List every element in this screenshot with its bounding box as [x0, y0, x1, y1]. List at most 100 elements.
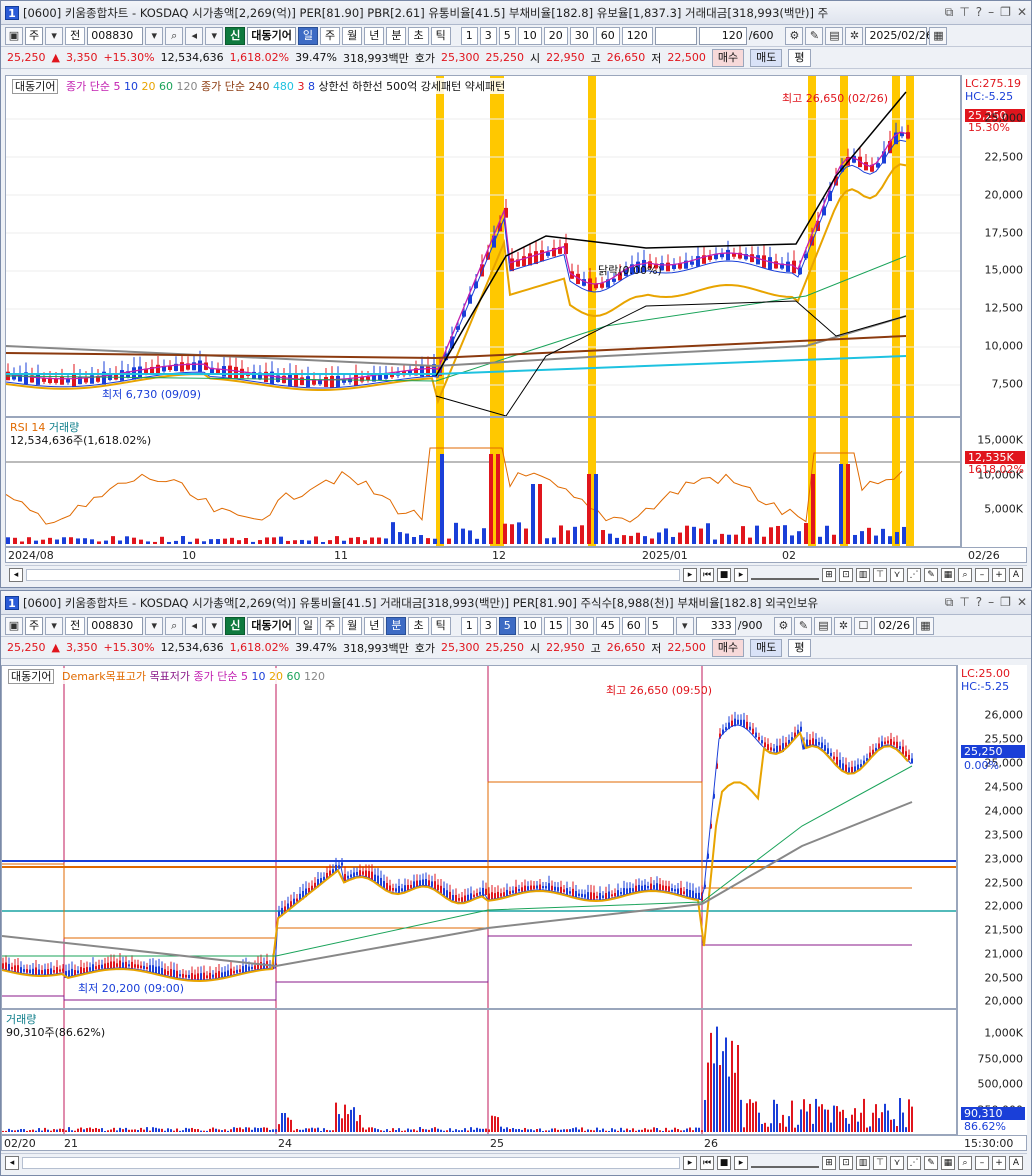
period-year-tab[interactable]: 년	[364, 26, 385, 45]
stock-code-input[interactable]: 008830	[87, 26, 144, 45]
gear-icon[interactable]: ✲	[834, 616, 853, 635]
tool-icon[interactable]: ⋎	[890, 567, 904, 582]
interval-5[interactable]: 5	[498, 616, 516, 635]
date-input[interactable]: 2025/02/26	[865, 26, 933, 45]
restore-icon[interactable]: ❐	[1000, 5, 1011, 20]
interval-10[interactable]: 10	[517, 26, 542, 45]
buy-button[interactable]: 매수	[711, 48, 745, 67]
interval-30[interactable]: 30	[569, 26, 594, 45]
close-icon[interactable]: ✕	[1017, 5, 1027, 20]
tool-icon[interactable]: ▦	[941, 567, 955, 582]
period-second-tab[interactable]: 초	[408, 26, 429, 45]
sell-button[interactable]: 매도	[750, 638, 783, 657]
period-month-tab[interactable]: 월	[342, 26, 363, 45]
legend-ma60[interactable]: 60	[287, 670, 301, 683]
tool-icon[interactable]: ⋎	[890, 1155, 904, 1170]
search-icon[interactable]: ⌕	[165, 26, 184, 45]
market-select[interactable]: 주	[25, 26, 44, 45]
top-sub-chart[interactable]: RSI 14 거래량 12,534,636주(1,618.02%)	[5, 417, 961, 547]
interval-60[interactable]: 60	[621, 616, 646, 635]
pin-icon[interactable]: ⊤	[959, 595, 969, 610]
legend-8[interactable]: 8	[308, 80, 315, 93]
period-day-tab[interactable]: 일	[297, 26, 318, 45]
period-tick-tab[interactable]: 틱	[430, 616, 451, 635]
legend-ma20[interactable]: 20	[141, 80, 155, 93]
zoom-icon[interactable]: ⌕	[958, 1155, 972, 1170]
font-icon[interactable]: A	[1009, 567, 1023, 582]
forward-icon[interactable]: ▸	[734, 567, 748, 582]
bottom-volume-chart[interactable]: 거래량 90,310주(86.62%)	[1, 1009, 957, 1135]
rewind-icon[interactable]: ⏮	[700, 567, 714, 582]
period-month-tab[interactable]: 월	[342, 616, 363, 635]
link-icon[interactable]: ⧉	[945, 595, 954, 610]
period-year-tab[interactable]: 년	[364, 616, 385, 635]
legend-ma240[interactable]: 종가 단순 240	[201, 80, 269, 93]
minus-icon[interactable]: –	[975, 567, 989, 582]
minimize-icon[interactable]: –	[988, 5, 994, 20]
search-icon[interactable]: ⌕	[165, 616, 184, 635]
prev-button[interactable]: 전	[65, 616, 86, 635]
tools-icon[interactable]: ⚙	[774, 616, 793, 635]
rewind-icon[interactable]: ⏮	[700, 1155, 714, 1170]
gear-icon[interactable]: ✲	[845, 26, 864, 45]
legend-ma120[interactable]: 120	[304, 670, 325, 683]
legend-ma20[interactable]: 20	[269, 670, 283, 683]
legend-3[interactable]: 3	[297, 80, 304, 93]
chevron-down-icon[interactable]: ▾	[45, 26, 64, 45]
top-sub-y-axis[interactable]: 15,000K 10,000K 5,000K 12,535K 1618.02%	[961, 417, 1027, 547]
play-icon[interactable]: ▸	[683, 1155, 697, 1170]
list-icon[interactable]: ▾	[205, 616, 224, 635]
tool-icon[interactable]: ⋰	[907, 1155, 921, 1170]
layout-icon[interactable]: ▣	[5, 26, 23, 45]
interval-60[interactable]: 60	[595, 26, 620, 45]
scroll-left-icon[interactable]: ◂	[9, 567, 23, 582]
minus-icon[interactable]: –	[975, 1155, 989, 1170]
legend-bands[interactable]: 상한선 하한선	[318, 80, 382, 93]
interval-dropdown-icon[interactable]: ▾	[675, 616, 694, 635]
tool-icon[interactable]: ▦	[941, 1155, 955, 1170]
tool-icon[interactable]: ⊞	[822, 1155, 836, 1170]
period-tick-tab[interactable]: 틱	[430, 26, 451, 45]
eval-button[interactable]: 평	[788, 48, 811, 67]
interval-20[interactable]: 20	[543, 26, 568, 45]
tools-icon[interactable]: ⚙	[785, 26, 804, 45]
stop-icon[interactable]: ■	[717, 1155, 731, 1170]
count-input[interactable]: 333	[695, 616, 736, 635]
tool-icon[interactable]: ✎	[924, 567, 938, 582]
zoom-slider[interactable]	[751, 570, 819, 580]
code-dropdown-icon[interactable]: ▾	[145, 616, 164, 635]
count-input[interactable]: 120	[698, 26, 747, 45]
horizontal-scrollbar[interactable]	[22, 1156, 680, 1169]
speaker-icon[interactable]: ◂	[185, 26, 204, 45]
calendar-icon[interactable]: ▦	[916, 616, 935, 635]
interval-input[interactable]: 5	[647, 616, 674, 635]
tool-icon[interactable]: ⋰	[907, 567, 921, 582]
tool-icon[interactable]: ▥	[856, 567, 870, 582]
link-icon[interactable]: ⧉	[945, 5, 954, 20]
legend-stock[interactable]: 대동기어	[12, 79, 59, 94]
scroll-left-icon[interactable]: ◂	[5, 1155, 19, 1170]
period-week-tab[interactable]: 주	[319, 616, 341, 635]
bottom-volume-y-axis[interactable]: 1,000K 750,000 500,000 250,000 90,310 86…	[957, 1009, 1027, 1135]
legend-pattern[interactable]: 500억 강세패턴 약세패턴	[386, 80, 505, 93]
eval-button[interactable]: 평	[788, 638, 811, 657]
list-icon[interactable]: ▾	[205, 26, 224, 45]
window-number-badge[interactable]: 1	[5, 595, 19, 610]
zoom-icon[interactable]: ⌕	[958, 567, 972, 582]
restore-icon[interactable]: ❐	[1000, 595, 1011, 610]
period-minute-tab[interactable]: 분	[386, 26, 407, 45]
legend-demark-low[interactable]: 목표저가	[150, 670, 190, 683]
forward-icon[interactable]: ▸	[734, 1155, 748, 1170]
play-icon[interactable]: ▸	[683, 567, 697, 582]
period-minute-tab[interactable]: 분	[386, 616, 407, 635]
stock-code-input[interactable]: 008830	[87, 616, 144, 635]
interval-3[interactable]: 3	[479, 26, 497, 45]
prev-button[interactable]: 전	[65, 26, 86, 45]
stop-icon[interactable]: ■	[717, 567, 731, 582]
legend-ma5[interactable]: 종가 단순 5	[194, 670, 248, 683]
legend-ma5[interactable]: 종가 단순 5	[66, 80, 120, 93]
market-select[interactable]: 주	[25, 616, 44, 635]
interval-30[interactable]: 30	[569, 616, 594, 635]
minimize-icon[interactable]: –	[988, 595, 994, 610]
tool-icon[interactable]: ⊞	[822, 567, 836, 582]
